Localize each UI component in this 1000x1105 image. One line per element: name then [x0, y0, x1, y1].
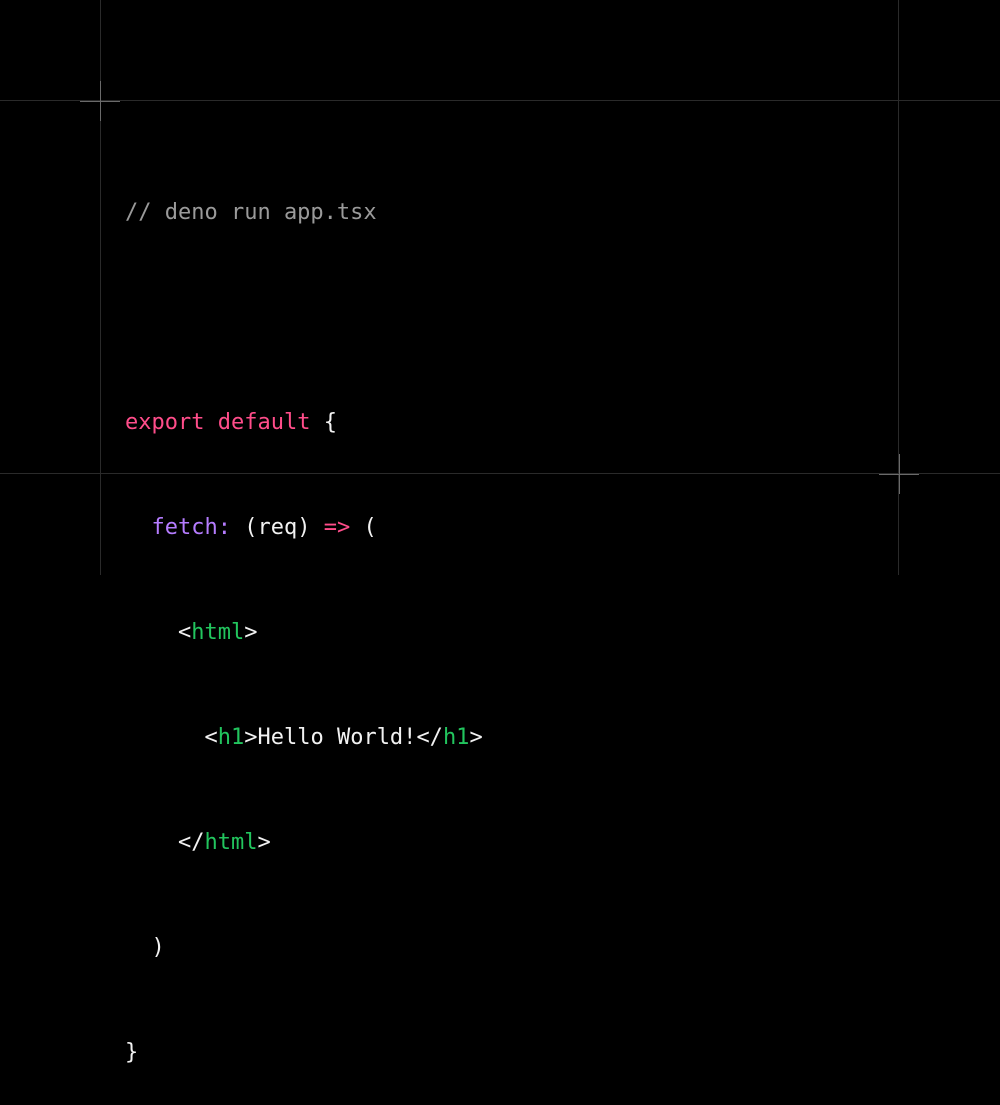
code-line-9: }: [125, 1035, 483, 1070]
h1-open-gt: >: [244, 725, 258, 750]
h1-open-tag: h1: [217, 725, 245, 750]
h1-close-gt: >: [469, 725, 483, 750]
open-brace: {: [323, 410, 337, 435]
crosshair-top-left-icon: [80, 81, 120, 121]
html-close-tag: html: [204, 830, 258, 855]
html-open-gt: >: [244, 620, 258, 645]
html-open-lt: <: [177, 620, 192, 645]
open-paren: (: [363, 515, 377, 540]
crosshair-bottom-right-icon: [879, 454, 919, 494]
code-line-3: export default {: [125, 405, 483, 440]
code-line-4: fetch: (req) => (: [125, 510, 483, 545]
code-line-7: </html>: [125, 825, 483, 860]
code-line-1: // deno run app.tsx: [125, 195, 483, 230]
req-param: (req): [244, 515, 311, 540]
guide-line-top: [0, 100, 1000, 101]
fetch-property: fetch:: [151, 515, 231, 540]
h1-close-tag: h1: [442, 725, 470, 750]
code-line-2-blank: [125, 300, 483, 335]
keyword-export: export: [125, 410, 205, 435]
html-close-gt: >: [257, 830, 271, 855]
h1-close-lt: </: [416, 725, 443, 750]
arrow-operator: =>: [323, 515, 351, 540]
code-comment: // deno run app.tsx: [125, 200, 377, 225]
html-close-lt: </: [177, 830, 205, 855]
html-open-tag: html: [191, 620, 245, 645]
close-brace: }: [125, 1040, 139, 1065]
hello-world-text: Hello World!: [257, 725, 417, 750]
code-block: // deno run app.tsx export default { fet…: [125, 125, 483, 1105]
code-line-8: ): [125, 930, 483, 965]
h1-open-lt: <: [204, 725, 218, 750]
keyword-default: default: [217, 410, 311, 435]
code-line-6: <h1>Hello World!</h1>: [125, 720, 483, 755]
close-paren: ): [151, 935, 165, 960]
code-line-5: <html>: [125, 615, 483, 650]
